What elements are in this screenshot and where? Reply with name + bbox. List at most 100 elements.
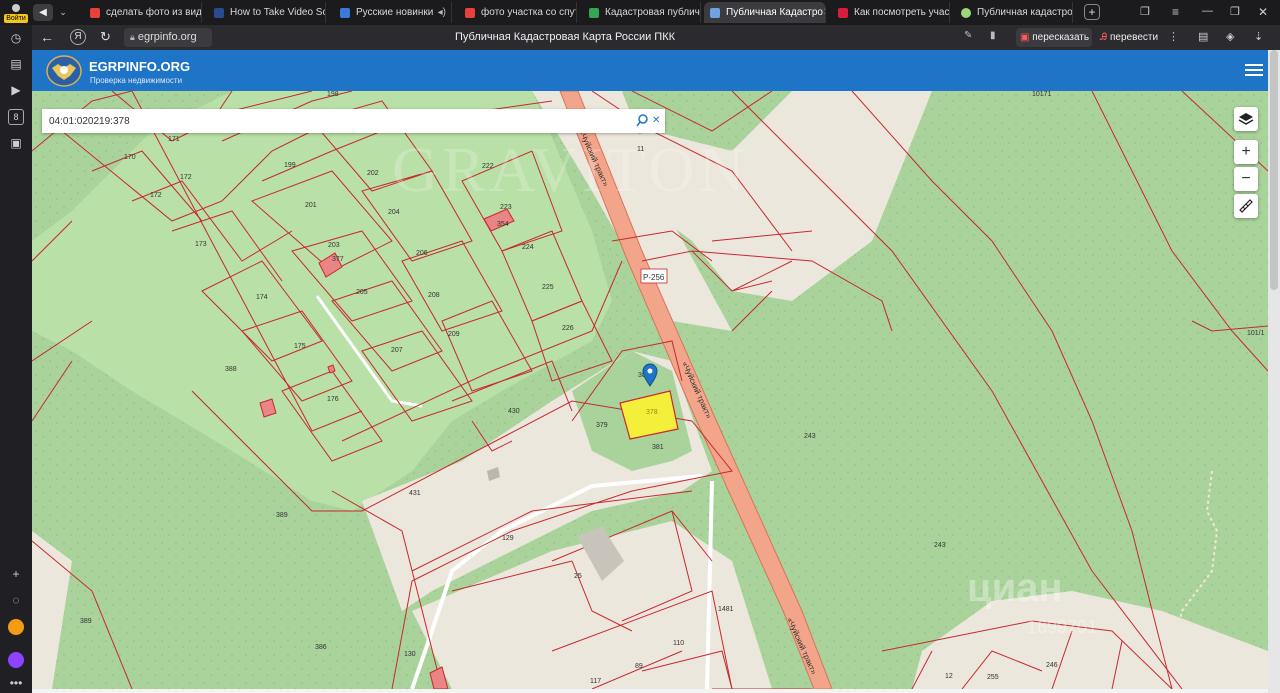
bookmark-button[interactable]: ▮ — [990, 30, 1004, 44]
cian-id-text: 1699701 — [1027, 617, 1097, 637]
browser-sidebar: ◷ ▤ ▶ 8 ▣ + ◌ ••• — [0, 25, 32, 693]
parcel-number-label: 175 — [294, 343, 306, 350]
scrollbar-thumb[interactable] — [1270, 50, 1278, 290]
parcel-number-label: 110 — [673, 640, 684, 647]
parcel-number-label: 223 — [500, 204, 512, 211]
tab-audio-icon: ◂) — [437, 7, 446, 18]
notes-icon[interactable]: ▤ — [8, 56, 24, 72]
tab-0[interactable]: сделать фото из видео — [84, 2, 202, 23]
downloads-button[interactable]: ⇣ — [1254, 30, 1268, 44]
parcel-number-label: 173 — [195, 241, 207, 248]
tab-6[interactable]: Как посмотреть участо — [832, 2, 950, 23]
tab-3[interactable]: фото участка со спутн — [459, 2, 577, 23]
parcel-number-label: 202 — [367, 170, 379, 177]
reader-button[interactable]: ▤ — [1198, 30, 1212, 44]
parcel-number-label: 209 — [448, 331, 460, 338]
zoom-in-button[interactable]: + — [1234, 140, 1258, 164]
close-icon[interactable]: ✕ — [823, 7, 825, 18]
more-icon[interactable]: ••• — [8, 675, 24, 691]
parcel-number-label: 378 — [646, 409, 658, 416]
hamburger-icon — [1245, 64, 1263, 76]
plus-icon: + — [1241, 143, 1251, 160]
logo-tagline: Проверка недвижимости — [90, 76, 183, 85]
sound-toggle-button[interactable]: ◀ — [33, 4, 53, 21]
parcel-number-label: 226 — [562, 325, 574, 332]
parcel-number-label: 172 — [180, 174, 192, 181]
url-field[interactable]: 🔒︎ egrpinfo.org — [124, 28, 212, 47]
site-icon — [214, 7, 224, 18]
parcel-number-label: 205 — [356, 289, 368, 296]
downloads-ext-button[interactable]: ◈ — [1226, 30, 1240, 44]
parcel-number-label: 12 — [945, 673, 953, 680]
retell-button[interactable]: ▣ пересказать — [1016, 28, 1092, 47]
ruler-icon — [1239, 199, 1253, 213]
tab-4[interactable]: Кадастровая публична — [583, 2, 701, 23]
layers-button[interactable] — [1234, 107, 1258, 131]
yandex-icon: Я — [74, 31, 82, 42]
maximize-button[interactable]: ❐ — [1230, 5, 1242, 19]
clear-search-button[interactable]: ✕ — [652, 113, 664, 129]
site-logo[interactable]: EGRPINFO.ORG Проверка недвижимости — [46, 53, 206, 89]
search-button[interactable] — [636, 113, 650, 129]
tab-5-active[interactable]: Публичная Кадастро✕ — [704, 2, 826, 23]
parcel-number-label: 171 — [168, 136, 180, 143]
back-button[interactable]: ← — [40, 29, 56, 45]
screenshot-icon[interactable]: ▣ — [8, 135, 24, 151]
address-bar: ← Я ↻ 🔒︎ egrpinfo.org Публичная Кадастро… — [32, 25, 1280, 50]
zoom-out-button[interactable]: − — [1234, 167, 1258, 191]
parcel-number-label: 243 — [804, 433, 816, 440]
yandex-icon — [90, 7, 100, 18]
close-window-button[interactable]: ✕ — [1258, 5, 1270, 19]
toolbar-more-button[interactable]: ⋮ — [1168, 30, 1179, 44]
app-8-icon[interactable]: 8 — [8, 109, 24, 125]
add-panel-icon[interactable]: + — [8, 566, 24, 582]
parcel-number-label: 389 — [276, 512, 288, 519]
extension-button[interactable]: ✎ — [964, 30, 978, 44]
profile-button[interactable]: Войти — [4, 2, 28, 23]
flag-icon — [838, 7, 848, 18]
measure-button[interactable] — [1234, 194, 1258, 218]
chevron-down-icon: ⌄ — [59, 7, 67, 17]
parcel-number-label: 381 — [652, 444, 664, 451]
tab-1[interactable]: How to Take Video Scre — [208, 2, 326, 23]
tabs-menu-button[interactable]: ⌄ — [55, 4, 71, 21]
layers-icon — [1238, 113, 1254, 125]
parcel-number-label: 129 — [502, 535, 514, 542]
cian-logo-text: циан — [967, 566, 1063, 610]
yandex-button[interactable]: Я — [70, 29, 86, 45]
globe-icon — [961, 7, 971, 18]
tab-collection-button[interactable]: ❐ — [1140, 5, 1152, 19]
cadastral-search-input[interactable] — [42, 109, 622, 133]
parcel-number-label: 1481 — [718, 606, 734, 613]
bottom-strip — [32, 689, 1268, 693]
retell-icon: ▣ — [1020, 32, 1030, 43]
minimize-button[interactable]: — — [1202, 5, 1214, 19]
weather-icon[interactable] — [8, 619, 24, 635]
video-icon[interactable]: ▶ — [8, 82, 24, 98]
tab-7[interactable]: Публичная кадастрова — [955, 2, 1073, 23]
assistant-icon[interactable] — [8, 652, 24, 668]
new-tab-button[interactable]: + — [1084, 4, 1100, 20]
browser-menu-button[interactable]: ≡ — [1172, 5, 1184, 19]
page-scrollbar[interactable] — [1268, 50, 1280, 693]
translate-button[interactable]: Ꭿ перевести — [1096, 28, 1176, 47]
history-icon[interactable]: ◷ — [8, 30, 24, 46]
arrow-left-icon: ← — [40, 29, 54, 45]
site-menu-button[interactable] — [1245, 63, 1263, 77]
cadastral-map[interactable]: GRAVITON циан 1699701 Р-256 «Чуйский тра… — [32, 91, 1268, 689]
parcel-number-label: 243 — [934, 542, 946, 549]
speaker-icon: ◀ — [39, 7, 47, 18]
alice-icon[interactable]: ◌ — [8, 592, 24, 608]
parcel-number-label: 130 — [404, 651, 416, 658]
parcel-number-label: 386 — [315, 644, 327, 651]
parcel-number-label: 255 — [987, 674, 999, 681]
parcel-number-label: 172 — [150, 192, 162, 199]
parcel-number-label: 430 — [508, 408, 520, 415]
eagle-emblem-icon — [46, 55, 82, 87]
shield-check-icon: ◈ — [1226, 31, 1235, 43]
tab-2[interactable]: Русские новинки ◂) — [334, 2, 452, 23]
map-canvas: GRAVITON циан 1699701 Р-256 «Чуйский тра… — [32, 91, 1268, 689]
parcel-number-label: 201 — [305, 202, 317, 209]
parcel-number-label: 170 — [124, 154, 136, 161]
reload-button[interactable]: ↻ — [100, 29, 116, 45]
